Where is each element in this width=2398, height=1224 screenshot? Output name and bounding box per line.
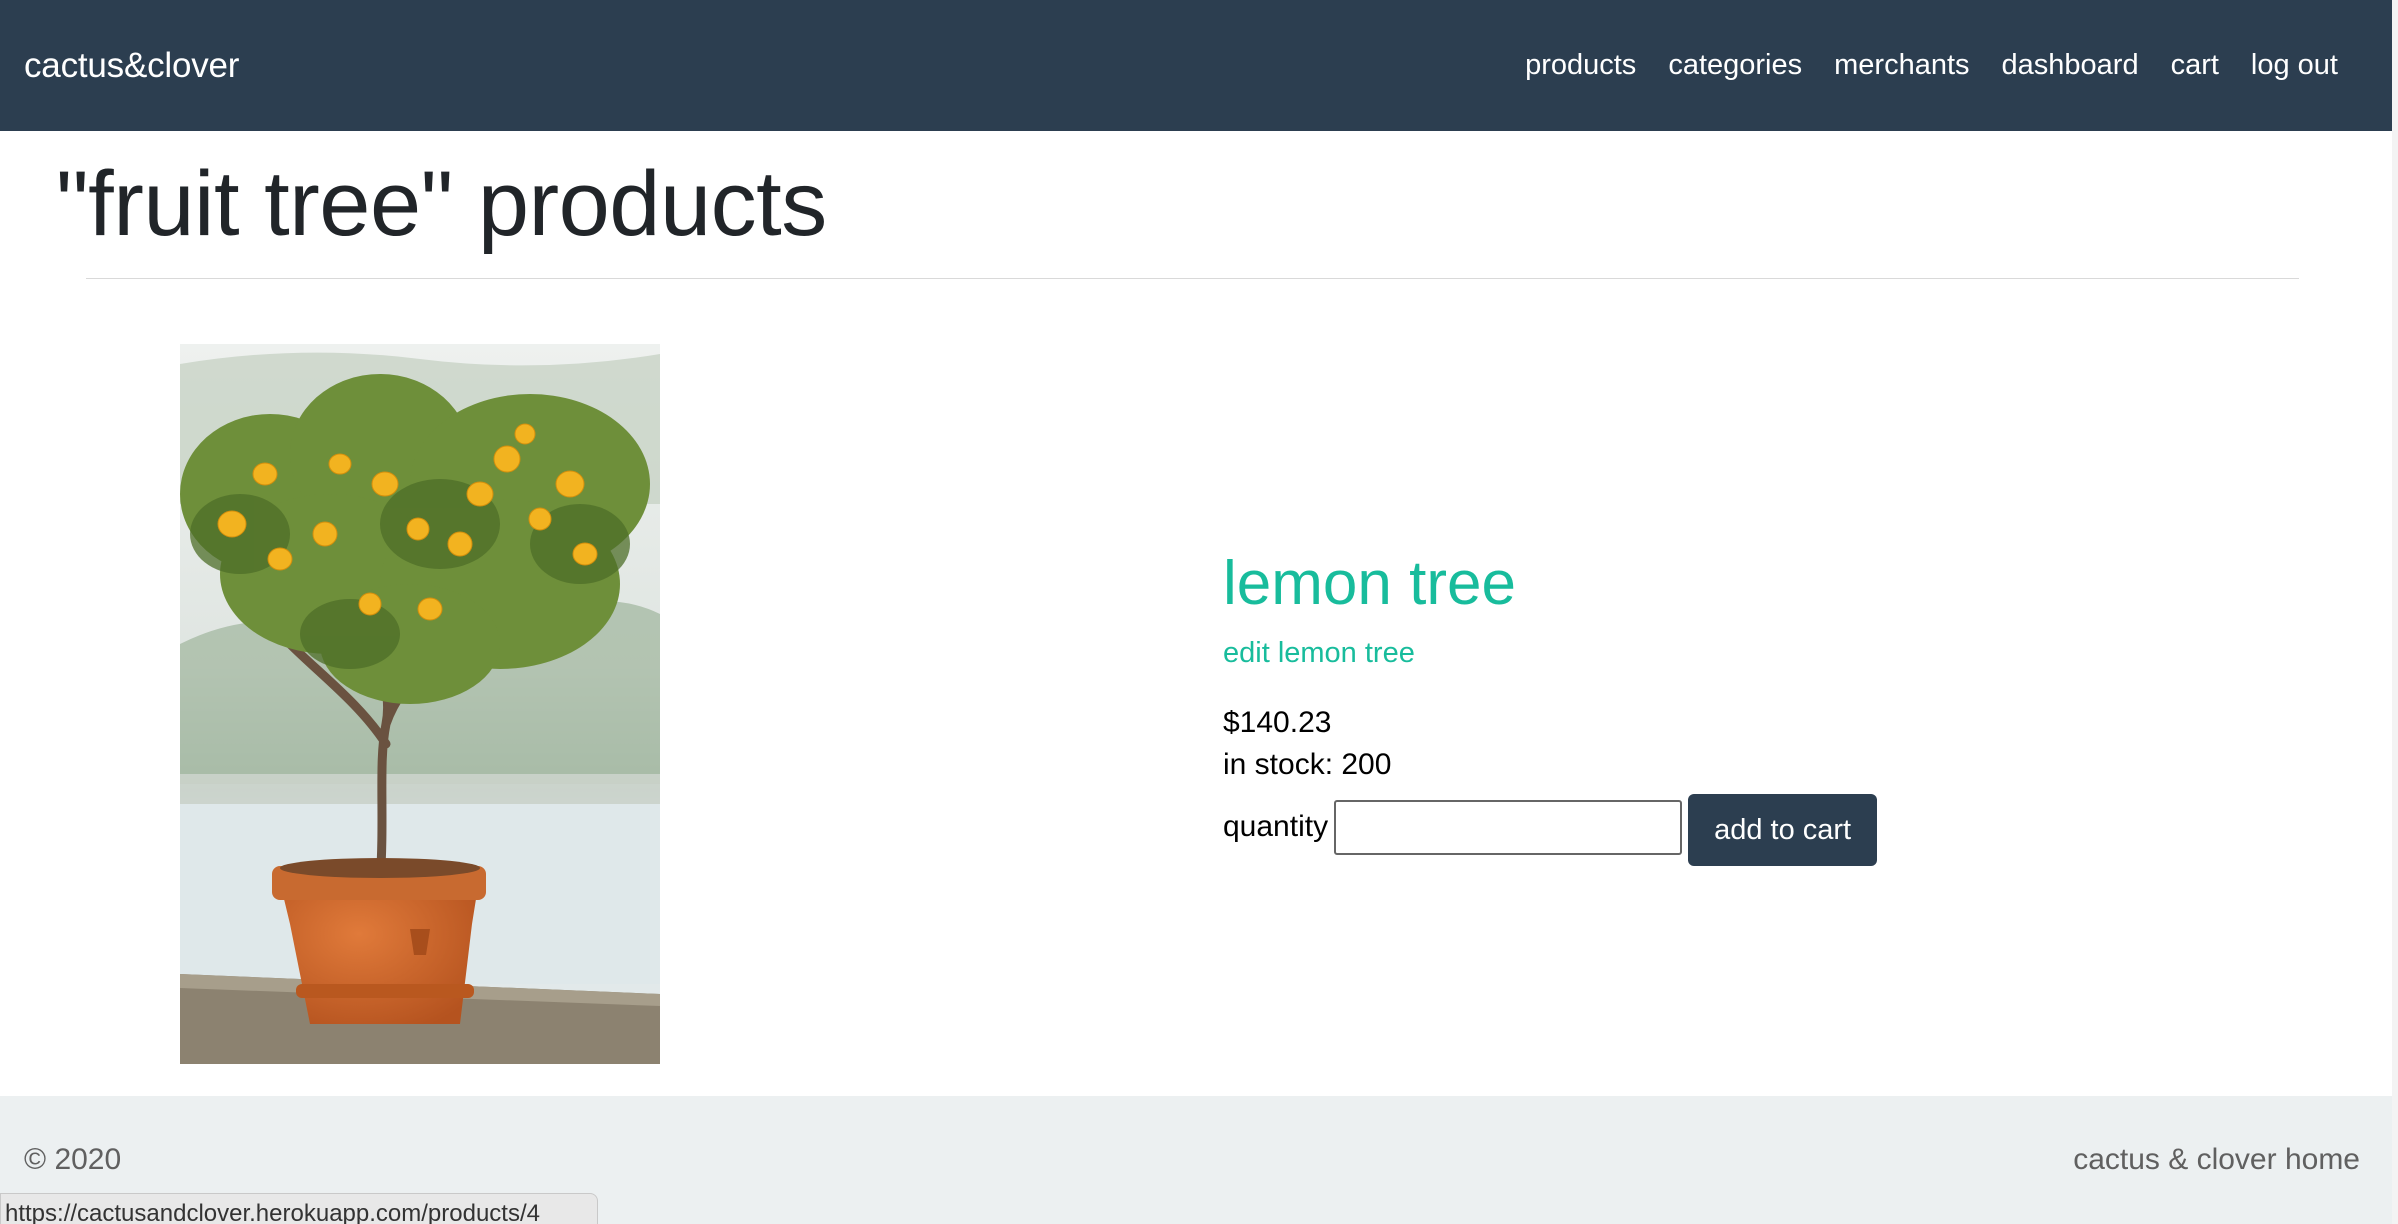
top-navbar: cactus&clover products categories mercha…	[0, 0, 2392, 131]
header-divider	[86, 278, 2299, 279]
nav-link-dashboard[interactable]: dashboard	[2002, 49, 2139, 82]
product-name-link[interactable]: lemon tree	[1223, 548, 1877, 619]
add-to-cart-button[interactable]: add to cart	[1688, 794, 1878, 866]
product-image[interactable]	[180, 344, 660, 1064]
footer-home-link[interactable]: cactus & clover home	[2073, 1143, 2360, 1177]
edit-product-link[interactable]: edit lemon tree	[1223, 637, 1877, 670]
quantity-label: quantity	[1223, 810, 1329, 843]
nav-link-categories[interactable]: categories	[1668, 49, 1802, 82]
nav-link-cart[interactable]: cart	[2171, 49, 2219, 82]
add-to-cart-form: quantity add to cart	[1223, 788, 1878, 866]
product-stock: in stock: 200	[1223, 748, 1392, 781]
brand-logo-link[interactable]: cactus&clover	[24, 46, 239, 86]
footer-copyright: © 2020	[24, 1143, 122, 1176]
product-price: $140.23	[1223, 706, 1332, 739]
page-title: "fruit tree" products	[56, 153, 827, 255]
browser-status-url: https://cactusandclover.herokuapp.com/pr…	[0, 1193, 598, 1224]
nav-link-merchants[interactable]: merchants	[1834, 49, 1969, 82]
window-edge	[2392, 0, 2398, 1224]
lemon-tree-photo	[180, 344, 660, 1064]
quantity-input[interactable]	[1334, 799, 1683, 855]
nav-link-log-out[interactable]: log out	[2251, 49, 2338, 82]
nav-link-products[interactable]: products	[1525, 49, 1636, 82]
product-details: lemon tree edit lemon tree $140.23 in st…	[1223, 548, 1878, 866]
nav-links: products categories merchants dashboard …	[1493, 49, 2338, 82]
